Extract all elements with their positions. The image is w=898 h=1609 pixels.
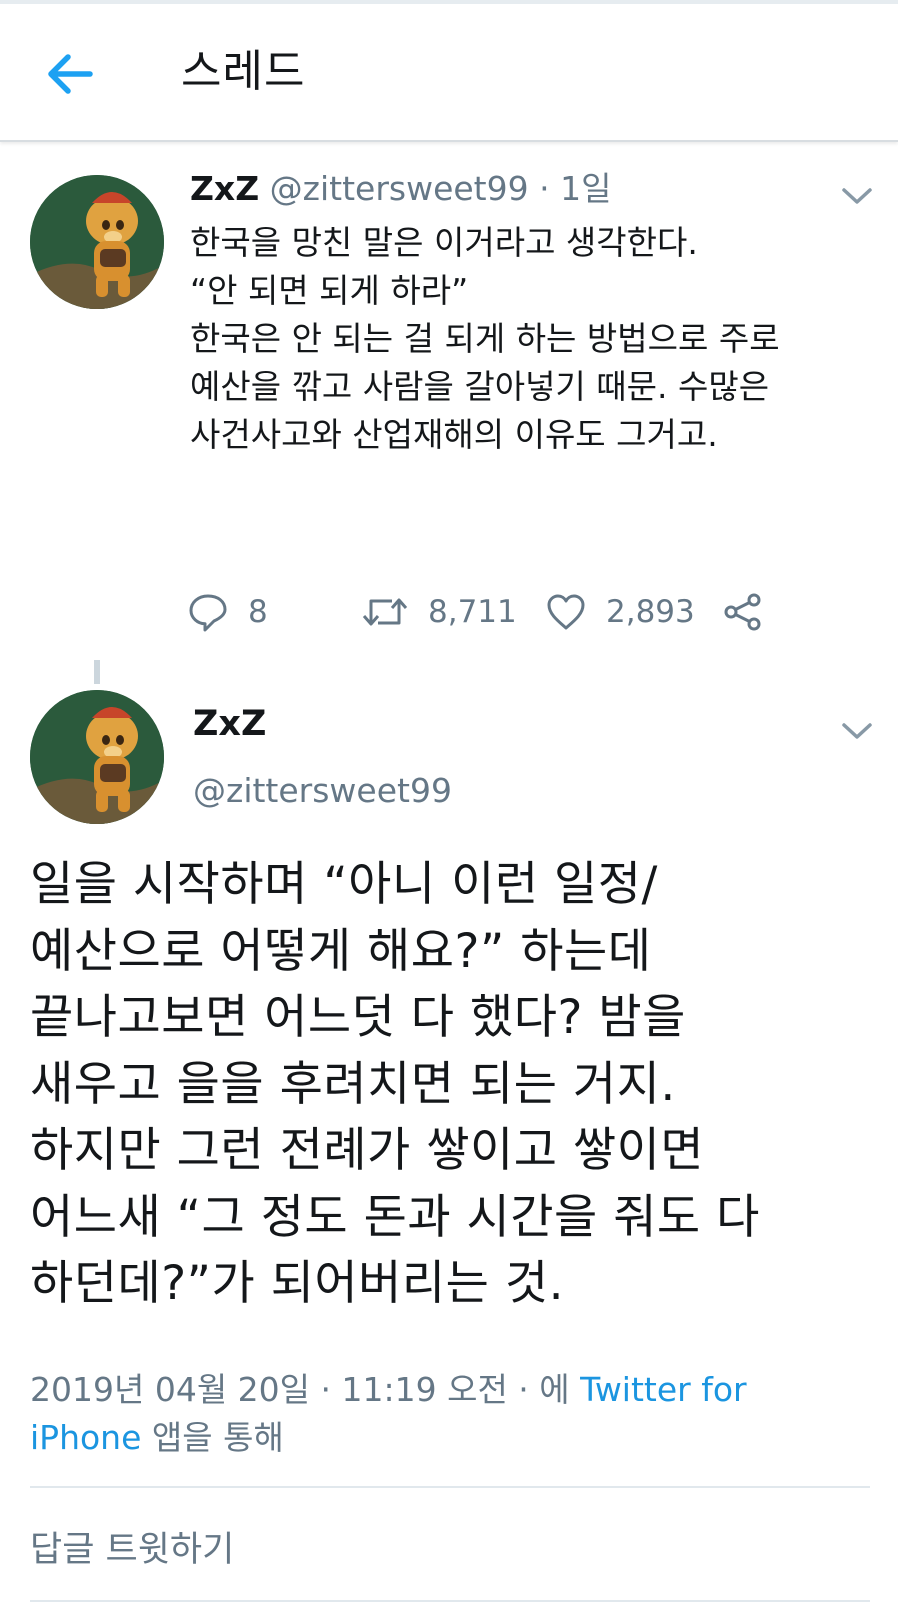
thread-connector [94, 660, 100, 684]
share-icon [724, 593, 761, 631]
source-suffix: 앱을 통해 [141, 1418, 284, 1457]
like-count: 2,893 [606, 594, 695, 630]
divider [30, 1486, 870, 1488]
tweet-header: ZxZ @zittersweet99 · 1일 [190, 168, 611, 210]
tweet-menu-button[interactable] [840, 720, 874, 742]
tweet-line: 하지만 그런 전례가 쌓이고 쌓이면 [30, 1123, 705, 1178]
display-name[interactable]: ZxZ [193, 702, 266, 746]
tweet-line: 새우고 을을 후려치면 되는 거지. [30, 1056, 676, 1112]
tweet-line: 어느새 “그 정도 돈과 시간을 줘도 다 [30, 1189, 760, 1245]
retweet-button[interactable]: 8,711 [362, 587, 517, 637]
page-title: 스레드 [181, 46, 306, 97]
tweet-line: 예산으로 어떻게 해요?” 하는데 [30, 923, 652, 979]
tweet-line: “안 되면 되게 하라” [190, 271, 469, 310]
reply-input[interactable]: 답글 트윗하기 [30, 1528, 234, 1572]
back-button[interactable] [44, 48, 96, 100]
like-button[interactable]: 2,893 [546, 587, 695, 637]
retweet-icon [362, 598, 408, 626]
tweet-text: 일을 시작하며 “아니 이런 일정/ 예산으로 어떻게 해요?” 하는데 끝나고… [30, 852, 880, 1318]
tweet-timestamp: 2019년 04월 20일 · 11:19 오전 · 에 [30, 1370, 581, 1409]
tweet-line: 끝나고보면 어느덧 다 했다? 밤을 [30, 990, 686, 1045]
chevron-down-icon [842, 188, 872, 204]
avatar[interactable] [30, 690, 164, 824]
retweet-count: 8,711 [428, 594, 517, 630]
tweet-text: 한국을 망친 말은 이거라고 생각한다. “안 되면 되게 하라” 한국은 안 … [190, 219, 880, 459]
reply-icon [189, 594, 227, 632]
divider [30, 1600, 870, 1602]
reply-count: 8 [248, 594, 268, 630]
app-header: 스레드 [0, 4, 898, 142]
source-link-continued[interactable]: iPhone [30, 1418, 141, 1457]
avatar[interactable] [30, 175, 164, 309]
user-handle[interactable]: @zittersweet99 [270, 169, 529, 208]
tweet-line: 한국을 망친 말은 이거라고 생각한다. [190, 223, 698, 262]
tweet-line: 하던데?”가 되어버리는 것. [30, 1256, 565, 1311]
display-name[interactable]: ZxZ [190, 169, 259, 208]
tweet-line: 예산을 깎고 사람을 갈아넣기 때문. 수많은 [190, 367, 770, 406]
chevron-down-icon [842, 723, 872, 739]
arrow-left-icon [48, 54, 93, 94]
lion-cub-avatar-image [30, 175, 164, 309]
share-button[interactable] [722, 587, 764, 637]
tweet-line: 사건사고와 산업재해의 이유도 그거고. [190, 415, 718, 454]
tweet-line: 한국은 안 되는 걸 되게 하는 방법으로 주로 [190, 319, 780, 358]
tweet-line: 일을 시작하며 “아니 이런 일정/ [30, 857, 658, 912]
heart-icon [547, 594, 585, 630]
source-link[interactable]: Twitter for [580, 1370, 746, 1409]
tweet-actions: 8 8,711 2,893 [0, 587, 898, 637]
tweet-menu-button[interactable] [840, 185, 874, 207]
lion-cub-avatar-image [30, 690, 164, 824]
reply-button[interactable]: 8 [188, 587, 268, 637]
tweet-time: · 1일 [528, 169, 612, 208]
tweet-timestamp-source: 2019년 04월 20일 · 11:19 오전 · 에 Twitter for… [30, 1366, 870, 1462]
user-handle[interactable]: @zittersweet99 [193, 770, 452, 812]
